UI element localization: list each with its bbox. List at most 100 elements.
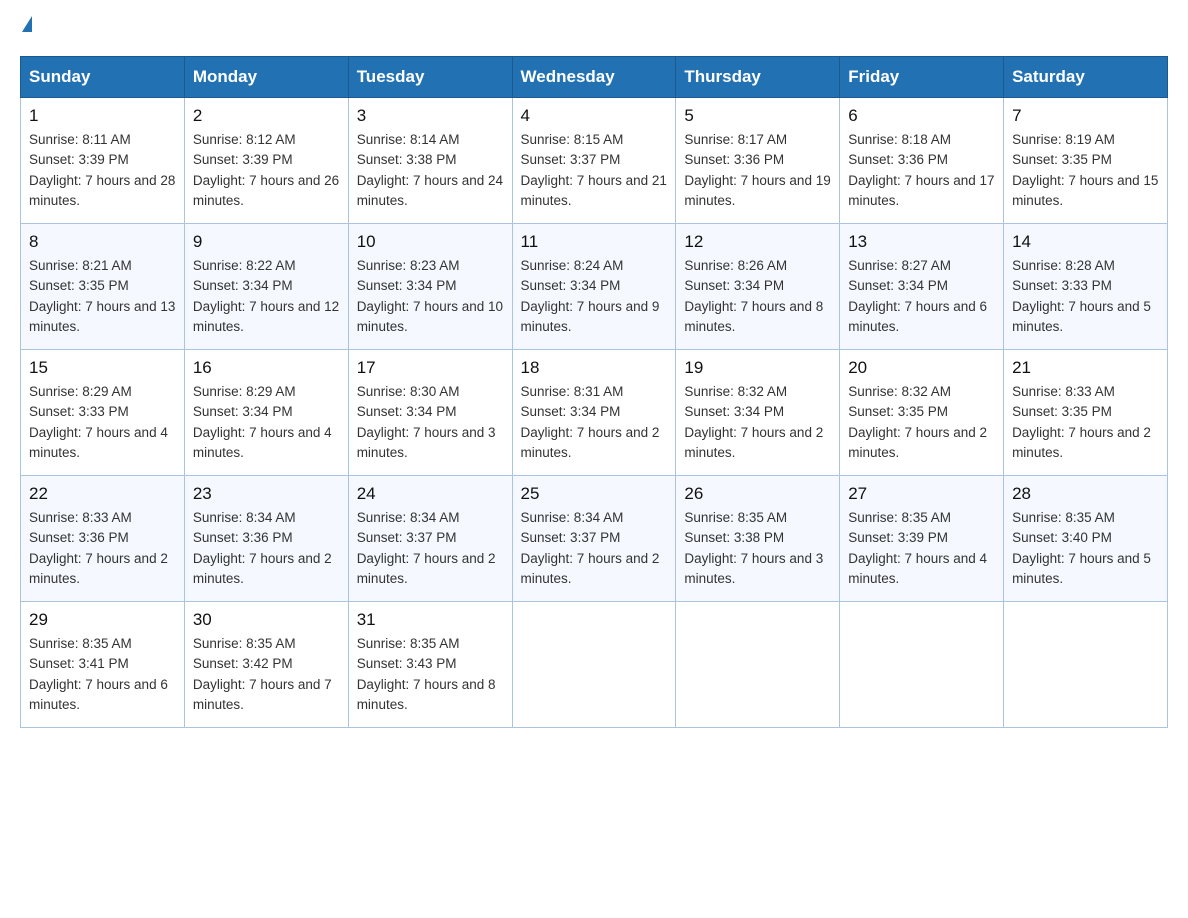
day-number: 8 — [29, 232, 176, 252]
day-info: Sunrise: 8:27 AMSunset: 3:34 PMDaylight:… — [848, 256, 995, 337]
day-info: Sunrise: 8:32 AMSunset: 3:35 PMDaylight:… — [848, 382, 995, 463]
day-number: 30 — [193, 610, 340, 630]
day-info: Sunrise: 8:21 AMSunset: 3:35 PMDaylight:… — [29, 256, 176, 337]
calendar-cell: 25 Sunrise: 8:34 AMSunset: 3:37 PMDayligh… — [512, 476, 676, 602]
day-info: Sunrise: 8:34 AMSunset: 3:36 PMDaylight:… — [193, 508, 340, 589]
day-info: Sunrise: 8:30 AMSunset: 3:34 PMDaylight:… — [357, 382, 504, 463]
day-info: Sunrise: 8:33 AMSunset: 3:35 PMDaylight:… — [1012, 382, 1159, 463]
day-info: Sunrise: 8:29 AMSunset: 3:34 PMDaylight:… — [193, 382, 340, 463]
day-number: 24 — [357, 484, 504, 504]
weekday-header-thursday: Thursday — [676, 57, 840, 98]
day-info: Sunrise: 8:24 AMSunset: 3:34 PMDaylight:… — [521, 256, 668, 337]
day-info: Sunrise: 8:28 AMSunset: 3:33 PMDaylight:… — [1012, 256, 1159, 337]
calendar-cell: 19Sunrise: 8:32 AMSunset: 3:34 PMDayligh… — [676, 350, 840, 476]
day-info: Sunrise: 8:35 AMSunset: 3:39 PMDaylight:… — [848, 508, 995, 589]
day-info: Sunrise: 8:17 AMSunset: 3:36 PMDaylight:… — [684, 130, 831, 211]
day-info: Sunrise: 8:15 AMSunset: 3:37 PMDaylight:… — [521, 130, 668, 211]
day-info: Sunrise: 8:19 AMSunset: 3:35 PMDaylight:… — [1012, 130, 1159, 211]
day-number: 13 — [848, 232, 995, 252]
weekday-header-wednesday: Wednesday — [512, 57, 676, 98]
calendar-cell: 13 Sunrise: 8:27 AMSunset: 3:34 PMDayligh… — [840, 224, 1004, 350]
day-number: 6 — [848, 106, 995, 126]
calendar-cell: 10Sunrise: 8:23 AMSunset: 3:34 PMDayligh… — [348, 224, 512, 350]
calendar-cell: 9 Sunrise: 8:22 AMSunset: 3:34 PMDaylight… — [184, 224, 348, 350]
calendar-cell: 18 Sunrise: 8:31 AMSunset: 3:34 PMDayligh… — [512, 350, 676, 476]
day-info: Sunrise: 8:11 AMSunset: 3:39 PMDaylight:… — [29, 130, 176, 211]
day-number: 14 — [1012, 232, 1159, 252]
calendar-cell: 17 Sunrise: 8:30 AMSunset: 3:34 PMDayligh… — [348, 350, 512, 476]
day-number: 21 — [1012, 358, 1159, 378]
calendar-week-row: 15Sunrise: 8:29 AMSunset: 3:33 PMDayligh… — [21, 350, 1168, 476]
calendar-cell: 29 Sunrise: 8:35 AMSunset: 3:41 PMDayligh… — [21, 602, 185, 728]
day-number: 10 — [357, 232, 504, 252]
calendar-week-row: 29 Sunrise: 8:35 AMSunset: 3:41 PMDayligh… — [21, 602, 1168, 728]
calendar-cell: 20Sunrise: 8:32 AMSunset: 3:35 PMDayligh… — [840, 350, 1004, 476]
day-info: Sunrise: 8:22 AMSunset: 3:34 PMDaylight:… — [193, 256, 340, 337]
day-number: 28 — [1012, 484, 1159, 504]
calendar-cell: 11 Sunrise: 8:24 AMSunset: 3:34 PMDayligh… — [512, 224, 676, 350]
calendar-cell: 8 Sunrise: 8:21 AMSunset: 3:35 PMDaylight… — [21, 224, 185, 350]
day-info: Sunrise: 8:35 AMSunset: 3:42 PMDaylight:… — [193, 634, 340, 715]
calendar-cell — [840, 602, 1004, 728]
calendar-cell: 15Sunrise: 8:29 AMSunset: 3:33 PMDayligh… — [21, 350, 185, 476]
day-number: 26 — [684, 484, 831, 504]
logo-triangle-icon — [22, 16, 32, 32]
calendar-week-row: 8 Sunrise: 8:21 AMSunset: 3:35 PMDaylight… — [21, 224, 1168, 350]
weekday-header-saturday: Saturday — [1004, 57, 1168, 98]
day-number: 22 — [29, 484, 176, 504]
day-info: Sunrise: 8:34 AMSunset: 3:37 PMDaylight:… — [521, 508, 668, 589]
day-info: Sunrise: 8:18 AMSunset: 3:36 PMDaylight:… — [848, 130, 995, 211]
day-number: 12 — [684, 232, 831, 252]
day-info: Sunrise: 8:12 AMSunset: 3:39 PMDaylight:… — [193, 130, 340, 211]
calendar-cell: 12 Sunrise: 8:26 AMSunset: 3:34 PMDayligh… — [676, 224, 840, 350]
calendar-week-row: 22Sunrise: 8:33 AMSunset: 3:36 PMDayligh… — [21, 476, 1168, 602]
calendar-cell: 4Sunrise: 8:15 AMSunset: 3:37 PMDaylight… — [512, 98, 676, 224]
calendar-cell: 2Sunrise: 8:12 AMSunset: 3:39 PMDaylight… — [184, 98, 348, 224]
day-number: 1 — [29, 106, 176, 126]
page-header — [20, 20, 1168, 36]
day-info: Sunrise: 8:35 AMSunset: 3:38 PMDaylight:… — [684, 508, 831, 589]
day-number: 29 — [29, 610, 176, 630]
calendar-cell: 23 Sunrise: 8:34 AMSunset: 3:36 PMDayligh… — [184, 476, 348, 602]
day-info: Sunrise: 8:29 AMSunset: 3:33 PMDaylight:… — [29, 382, 176, 463]
weekday-header-row: SundayMondayTuesdayWednesdayThursdayFrid… — [21, 57, 1168, 98]
weekday-header-sunday: Sunday — [21, 57, 185, 98]
day-info: Sunrise: 8:35 AMSunset: 3:43 PMDaylight:… — [357, 634, 504, 715]
calendar-cell: 5 Sunrise: 8:17 AMSunset: 3:36 PMDaylight… — [676, 98, 840, 224]
day-info: Sunrise: 8:35 AMSunset: 3:41 PMDaylight:… — [29, 634, 176, 715]
calendar-cell — [676, 602, 840, 728]
calendar-cell: 14 Sunrise: 8:28 AMSunset: 3:33 PMDayligh… — [1004, 224, 1168, 350]
calendar-cell: 3 Sunrise: 8:14 AMSunset: 3:38 PMDaylight… — [348, 98, 512, 224]
day-info: Sunrise: 8:14 AMSunset: 3:38 PMDaylight:… — [357, 130, 504, 211]
day-number: 23 — [193, 484, 340, 504]
calendar-week-row: 1 Sunrise: 8:11 AMSunset: 3:39 PMDaylight… — [21, 98, 1168, 224]
day-number: 9 — [193, 232, 340, 252]
day-number: 7 — [1012, 106, 1159, 126]
calendar-cell: 7 Sunrise: 8:19 AMSunset: 3:35 PMDaylight… — [1004, 98, 1168, 224]
calendar-cell — [1004, 602, 1168, 728]
weekday-header-monday: Monday — [184, 57, 348, 98]
day-number: 17 — [357, 358, 504, 378]
day-info: Sunrise: 8:26 AMSunset: 3:34 PMDaylight:… — [684, 256, 831, 337]
weekday-header-tuesday: Tuesday — [348, 57, 512, 98]
day-info: Sunrise: 8:34 AMSunset: 3:37 PMDaylight:… — [357, 508, 504, 589]
calendar-table: SundayMondayTuesdayWednesdayThursdayFrid… — [20, 56, 1168, 728]
calendar-cell: 21 Sunrise: 8:33 AMSunset: 3:35 PMDayligh… — [1004, 350, 1168, 476]
day-number: 16 — [193, 358, 340, 378]
day-info: Sunrise: 8:35 AMSunset: 3:40 PMDaylight:… — [1012, 508, 1159, 589]
calendar-cell: 22Sunrise: 8:33 AMSunset: 3:36 PMDayligh… — [21, 476, 185, 602]
calendar-cell: 27 Sunrise: 8:35 AMSunset: 3:39 PMDayligh… — [840, 476, 1004, 602]
day-number: 18 — [521, 358, 668, 378]
day-number: 27 — [848, 484, 995, 504]
day-number: 25 — [521, 484, 668, 504]
day-info: Sunrise: 8:31 AMSunset: 3:34 PMDaylight:… — [521, 382, 668, 463]
calendar-cell: 26 Sunrise: 8:35 AMSunset: 3:38 PMDayligh… — [676, 476, 840, 602]
day-number: 5 — [684, 106, 831, 126]
day-number: 3 — [357, 106, 504, 126]
calendar-cell: 16 Sunrise: 8:29 AMSunset: 3:34 PMDayligh… — [184, 350, 348, 476]
day-number: 31 — [357, 610, 504, 630]
calendar-cell: 30 Sunrise: 8:35 AMSunset: 3:42 PMDayligh… — [184, 602, 348, 728]
logo — [20, 20, 32, 36]
day-number: 11 — [521, 232, 668, 252]
calendar-cell: 1 Sunrise: 8:11 AMSunset: 3:39 PMDaylight… — [21, 98, 185, 224]
